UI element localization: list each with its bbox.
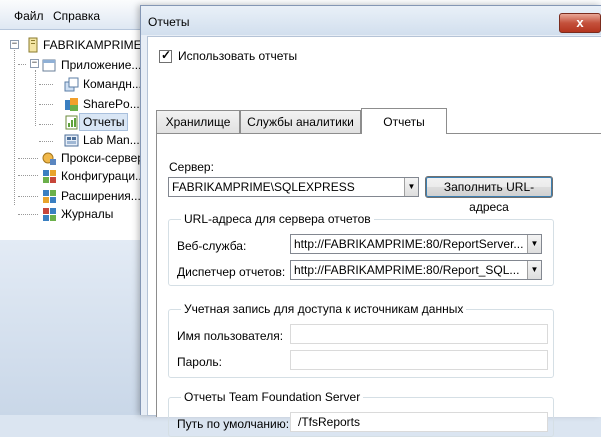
web-service-combobox[interactable]: http://FABRIKAMPRIME:80/ReportServer... … xyxy=(290,234,542,254)
menu-help[interactable]: Справка xyxy=(53,9,100,23)
server-combobox[interactable]: FABRIKAMPRIME\SQLEXPRESS ▼ xyxy=(168,177,419,197)
logs-icon xyxy=(42,207,57,222)
dropdown-arrow-icon[interactable]: ▼ xyxy=(527,261,541,279)
dialog-titlebar[interactable]: Отчеты x xyxy=(141,6,601,35)
close-icon: x xyxy=(576,15,584,30)
applications-icon xyxy=(42,58,57,73)
tab-reports[interactable]: Отчеты xyxy=(361,108,447,134)
tree-label-lab: Lab Man... xyxy=(83,133,140,147)
dialog-content: ✓ Использовать отчеты Хранилище Службы а… xyxy=(147,36,601,437)
use-reports-checkbox[interactable]: ✓ xyxy=(159,47,172,63)
tree-item-sharepoint[interactable]: SharePo... xyxy=(64,95,140,113)
team-project-icon xyxy=(64,77,79,92)
tree-label-team: Командн... xyxy=(83,77,142,91)
reports-tab-panel: Сервер: FABRIKAMPRIME\SQLEXPRESS ▼ Запол… xyxy=(156,133,601,437)
server-label: Сервер: xyxy=(169,160,214,174)
root-collapse-toggle[interactable]: − xyxy=(10,40,19,49)
tree-label-reports: Отчеты xyxy=(78,113,129,131)
dialog-title: Отчеты xyxy=(148,15,190,29)
close-button[interactable]: x xyxy=(559,13,601,33)
dropdown-arrow-icon[interactable]: ▼ xyxy=(527,235,541,253)
tree-item-reports[interactable]: Отчеты xyxy=(64,113,129,131)
username-label: Имя пользователя: xyxy=(177,329,284,343)
server-icon xyxy=(27,37,39,53)
tree-label-extensions: Расширения... xyxy=(61,189,141,203)
username-field[interactable] xyxy=(290,324,548,344)
extensions-icon xyxy=(42,189,57,204)
configuration-icon xyxy=(42,169,57,184)
tree-item-lab[interactable]: Lab Man... xyxy=(64,131,140,149)
tree-item-extensions[interactable]: Расширения... xyxy=(42,187,141,205)
tree-label-server: FABRIKAMPRIME xyxy=(43,38,142,52)
report-manager-value: http://FABRIKAMPRIME:80/Report_SQL... xyxy=(294,263,520,277)
server-value: FABRIKAMPRIME\SQLEXPRESS xyxy=(172,180,355,194)
dropdown-arrow-icon[interactable]: ▼ xyxy=(404,178,418,196)
urls-group-caption: URL-адреса для сервера отчетов xyxy=(181,212,374,226)
use-reports-label: Использовать отчеты xyxy=(178,49,298,63)
use-reports-option[interactable]: ✓ Использовать отчеты xyxy=(159,47,298,63)
web-service-label: Веб-служба: xyxy=(177,239,247,253)
checkmark-icon: ✓ xyxy=(161,47,172,62)
tab-analysis-services[interactable]: Службы аналитики xyxy=(240,110,361,133)
tree-item-proxy[interactable]: Прокси-сервер xyxy=(42,149,144,167)
fill-urls-button[interactable]: Заполнить URL-адреса xyxy=(425,176,553,214)
lower-panel-background xyxy=(0,240,145,415)
tree-label-configuration: Конфигураци... xyxy=(61,169,146,183)
fill-urls-label: Заполнить URL-адреса xyxy=(443,180,535,214)
tree-label-logs: Журналы xyxy=(61,207,114,221)
report-manager-label: Диспетчер отчетов: xyxy=(177,265,286,279)
web-service-value: http://FABRIKAMPRIME:80/ReportServer... xyxy=(294,237,524,251)
tab-analysis-services-label: Службы аналитики xyxy=(247,115,354,129)
applications-collapse-toggle[interactable]: − xyxy=(30,59,39,68)
tree-label-applications: Приложение... xyxy=(61,58,142,72)
tree-item-applications[interactable]: Приложение... xyxy=(42,56,141,74)
navigation-tree: − FABRIKAMPRIME − Приложение... Командн.… xyxy=(0,30,145,240)
password-label: Пароль: xyxy=(177,355,222,369)
sharepoint-icon xyxy=(64,97,79,112)
tab-storage[interactable]: Хранилище xyxy=(156,110,240,133)
lab-management-icon xyxy=(64,133,79,148)
menu-file[interactable]: Файл xyxy=(14,9,44,23)
tree-item-server[interactable]: FABRIKAMPRIME xyxy=(27,36,142,54)
tree-label-proxy: Прокси-сервер xyxy=(61,151,144,165)
default-path-field[interactable]: /TfsReports xyxy=(290,412,548,432)
account-group-caption: Учетная запись для доступа к источникам … xyxy=(181,302,467,316)
reports-icon xyxy=(64,115,79,130)
reports-dialog: Отчеты x ✓ Использовать отчеты Хранилище… xyxy=(140,5,601,437)
default-path-value: /TfsReports xyxy=(298,415,361,429)
tfs-group-caption: Отчеты Team Foundation Server xyxy=(181,390,364,404)
proxy-server-icon xyxy=(42,151,57,166)
password-field[interactable] xyxy=(290,350,548,370)
tab-storage-label: Хранилище xyxy=(165,115,231,129)
tree-item-team[interactable]: Командн... xyxy=(64,75,142,93)
tree-item-configuration[interactable]: Конфигураци... xyxy=(42,167,145,185)
tab-reports-label: Отчеты xyxy=(383,115,425,129)
default-path-label: Путь по умолчанию: xyxy=(177,417,290,431)
report-manager-combobox[interactable]: http://FABRIKAMPRIME:80/Report_SQL... ▼ xyxy=(290,260,542,280)
tree-label-sharepoint: SharePo... xyxy=(83,97,140,111)
tree-item-logs[interactable]: Журналы xyxy=(42,205,113,223)
